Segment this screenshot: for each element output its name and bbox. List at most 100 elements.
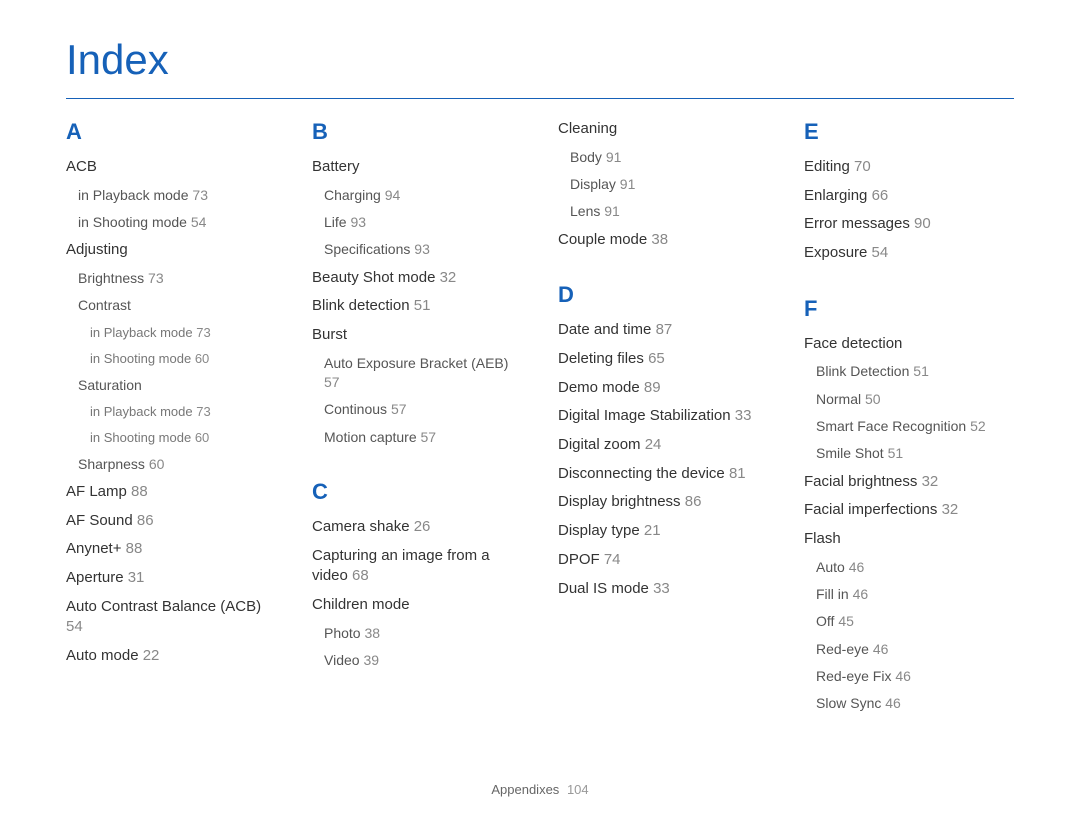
index-entry[interactable]: Slow Sync 46 <box>816 694 1014 713</box>
index-entry[interactable]: in Shooting mode 60 <box>90 429 276 447</box>
index-entry-label: Specifications <box>324 241 414 257</box>
index-entry[interactable]: Enlarging 66 <box>804 186 1014 207</box>
index-entry[interactable]: Display brightness 86 <box>558 492 768 513</box>
index-entry[interactable]: in Playback mode 73 <box>90 324 276 342</box>
index-entry[interactable]: Blink Detection 51 <box>816 362 1014 381</box>
index-entry[interactable]: Facial imperfections 32 <box>804 500 1014 521</box>
index-entry[interactable]: Continous 57 <box>324 400 522 419</box>
index-entry[interactable]: in Shooting mode 60 <box>90 350 276 368</box>
index-entry[interactable]: Lens 91 <box>570 202 768 221</box>
index-entry-page: 57 <box>421 429 437 445</box>
index-entry[interactable]: Normal 50 <box>816 390 1014 409</box>
index-letter: D <box>558 282 768 308</box>
index-entry[interactable]: Demo mode 89 <box>558 378 768 399</box>
index-entry-page: 91 <box>606 149 622 165</box>
index-entry[interactable]: Auto 46 <box>816 558 1014 577</box>
index-entry[interactable]: Cleaning <box>558 119 768 140</box>
index-entry[interactable]: Life 93 <box>324 213 522 232</box>
index-entry[interactable]: Smile Shot 51 <box>816 444 1014 463</box>
index-entry[interactable]: Digital Image Stabilization 33 <box>558 406 768 427</box>
index-entry[interactable]: Contrast <box>78 296 276 315</box>
index-entry[interactable]: Burst <box>312 325 522 346</box>
index-entry[interactable]: Capturing an image from a video 68 <box>312 546 522 587</box>
index-entry[interactable]: Auto Contrast Balance (ACB) 54 <box>66 597 276 638</box>
index-entry-label: Auto mode <box>66 647 143 664</box>
index-entry[interactable]: Beauty Shot mode 32 <box>312 268 522 289</box>
index-entry[interactable]: Red-eye Fix 46 <box>816 667 1014 686</box>
index-entry-label: Face detection <box>804 335 902 352</box>
index-entry[interactable]: Specifications 93 <box>324 240 522 259</box>
index-entry-label: Normal <box>816 391 865 407</box>
index-entry-page: 60 <box>195 430 209 445</box>
index-entry[interactable]: AF Lamp 88 <box>66 482 276 503</box>
index-entry[interactable]: Saturation <box>78 376 276 395</box>
index-entry-label: Auto <box>816 559 849 575</box>
index-entry[interactable]: Disconnecting the device 81 <box>558 464 768 485</box>
index-entry[interactable]: Fill in 46 <box>816 585 1014 604</box>
index-entry[interactable]: Auto mode 22 <box>66 646 276 667</box>
index-entry[interactable]: Date and time 87 <box>558 320 768 341</box>
index-entry-page: 66 <box>872 187 889 204</box>
index-entry[interactable]: Couple mode 38 <box>558 230 768 251</box>
index-entry[interactable]: Editing 70 <box>804 157 1014 178</box>
index-entry[interactable]: Error messages 90 <box>804 214 1014 235</box>
index-entry[interactable]: Off 45 <box>816 612 1014 631</box>
index-entry[interactable]: Children mode <box>312 595 522 616</box>
page-title: Index <box>66 36 1014 99</box>
index-entry-page: 46 <box>873 641 889 657</box>
index-entry[interactable]: Photo 38 <box>324 624 522 643</box>
index-entry-page: 31 <box>128 569 145 586</box>
index-entry[interactable]: Face detection <box>804 334 1014 355</box>
index-entry[interactable]: Dual IS mode 33 <box>558 579 768 600</box>
index-entry[interactable]: Aperture 31 <box>66 568 276 589</box>
index-entry[interactable]: Charging 94 <box>324 186 522 205</box>
index-entry[interactable]: Digital zoom 24 <box>558 435 768 456</box>
index-entry[interactable]: Smart Face Recognition 52 <box>816 417 1014 436</box>
index-column-4: EEditing 70Enlarging 66Error messages 90… <box>804 119 1014 714</box>
index-entry-page: 73 <box>196 404 210 419</box>
index-entry[interactable]: Battery <box>312 157 522 178</box>
index-entry-label: in Shooting mode <box>78 214 191 230</box>
index-entry-page: 46 <box>885 695 901 711</box>
index-entry[interactable]: Facial brightness 32 <box>804 472 1014 493</box>
index-entry-label: ACB <box>66 158 97 175</box>
index-entry-page: 54 <box>66 618 83 635</box>
index-entry[interactable]: ACB <box>66 157 276 178</box>
index-entry[interactable]: Deleting files 65 <box>558 349 768 370</box>
index-entry[interactable]: Auto Exposure Bracket (AEB) 57 <box>324 354 522 393</box>
index-entry-page: 93 <box>350 214 366 230</box>
index-entry-label: Motion capture <box>324 429 421 445</box>
index-entry[interactable]: in Playback mode 73 <box>90 403 276 421</box>
index-entry[interactable]: Adjusting <box>66 240 276 261</box>
index-entry-page: 93 <box>414 241 430 257</box>
index-entry-label: Video <box>324 652 363 668</box>
index-entry-label: Display <box>570 176 620 192</box>
index-entry[interactable]: Camera shake 26 <box>312 517 522 538</box>
index-entry[interactable]: DPOF 74 <box>558 550 768 571</box>
index-entry[interactable]: in Shooting mode 54 <box>78 213 276 232</box>
index-entry[interactable]: Anynet+ 88 <box>66 539 276 560</box>
index-entry[interactable]: Display 91 <box>570 175 768 194</box>
index-entry-label: Capturing an image from a video <box>312 547 490 585</box>
index-entry-page: 60 <box>195 351 209 366</box>
index-entry[interactable]: Exposure 54 <box>804 243 1014 264</box>
index-entry-label: AF Lamp <box>66 483 131 500</box>
index-entry[interactable]: Body 91 <box>570 148 768 167</box>
index-entry[interactable]: AF Sound 86 <box>66 511 276 532</box>
index-entry-label: Beauty Shot mode <box>312 269 440 286</box>
index-entry[interactable]: Sharpness 60 <box>78 455 276 474</box>
index-entry[interactable]: Blink detection 51 <box>312 296 522 317</box>
index-entry-page: 68 <box>352 567 369 584</box>
index-entry[interactable]: Motion capture 57 <box>324 428 522 447</box>
index-entry-label: Demo mode <box>558 379 644 396</box>
index-entry-label: Continous <box>324 401 391 417</box>
index-entry[interactable]: Brightness 73 <box>78 269 276 288</box>
index-entry[interactable]: in Playback mode 73 <box>78 186 276 205</box>
index-entry[interactable]: Flash <box>804 529 1014 550</box>
index-entry-label: Error messages <box>804 215 914 232</box>
index-entry[interactable]: Display type 21 <box>558 521 768 542</box>
index-entry-label: in Playback mode <box>78 187 192 203</box>
index-entry[interactable]: Red-eye 46 <box>816 640 1014 659</box>
index-entry-label: Brightness <box>78 270 148 286</box>
index-entry[interactable]: Video 39 <box>324 651 522 670</box>
